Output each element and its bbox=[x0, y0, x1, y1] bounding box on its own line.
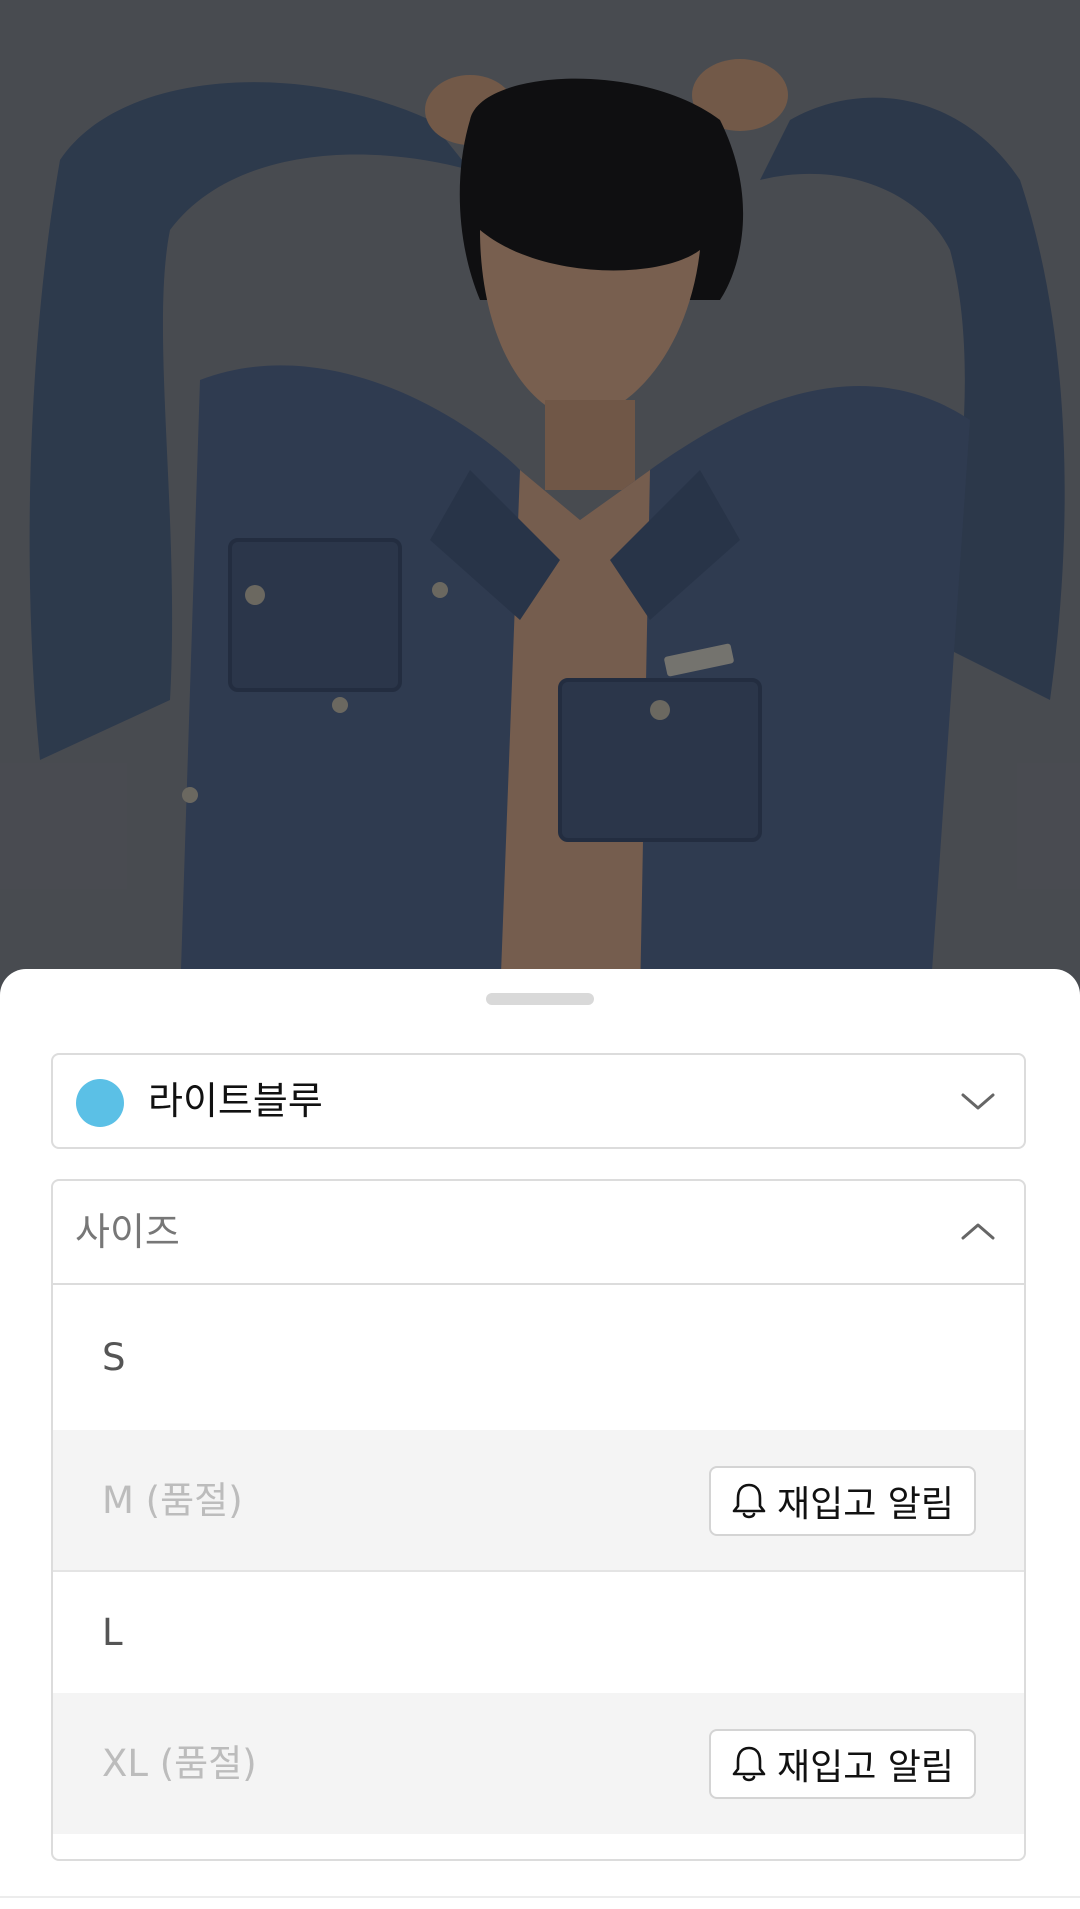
color-swatch bbox=[76, 1079, 124, 1127]
color-select-value: 라이트블루 bbox=[148, 1079, 323, 1123]
size-option-label: L bbox=[102, 1611, 123, 1654]
size-option-label: M (품절) bbox=[102, 1479, 243, 1522]
chevron-down-icon bbox=[961, 1093, 995, 1110]
size-option-l[interactable]: L bbox=[53, 1572, 1024, 1693]
sheet-grabber-handle[interactable] bbox=[486, 993, 594, 1005]
restock-alert-button[interactable]: 재입고 알림 bbox=[709, 1466, 976, 1536]
size-select-header[interactable]: 사이즈 bbox=[53, 1181, 1024, 1285]
color-select[interactable]: 라이트블루 bbox=[51, 1053, 1026, 1149]
option-bottom-sheet: 라이트블루 사이즈 S M (품절) 재입고 알림 L XL (품절) 재입고 … bbox=[0, 969, 1080, 1909]
size-option-label: XL (품절) bbox=[102, 1742, 257, 1785]
size-select: 사이즈 S M (품절) 재입고 알림 L XL (품절) 재입고 알림 bbox=[51, 1179, 1026, 1861]
dim-overlay[interactable] bbox=[0, 0, 1080, 1000]
size-option-m-soldout: M (품절) 재입고 알림 bbox=[53, 1430, 1024, 1572]
size-option-xl-soldout: XL (품절) 재입고 알림 bbox=[53, 1693, 1024, 1834]
restock-alert-label: 재입고 알림 bbox=[776, 1747, 955, 1788]
bell-icon bbox=[732, 1746, 766, 1782]
chevron-up-icon bbox=[961, 1223, 995, 1240]
restock-alert-label: 재입고 알림 bbox=[776, 1484, 955, 1525]
size-option-s[interactable]: S bbox=[53, 1285, 1024, 1430]
size-select-title: 사이즈 bbox=[75, 1210, 180, 1254]
product-image bbox=[0, 0, 1080, 1000]
restock-alert-button[interactable]: 재입고 알림 bbox=[709, 1729, 976, 1799]
size-option-label: S bbox=[102, 1336, 126, 1379]
sheet-divider bbox=[0, 1896, 1080, 1898]
bell-icon bbox=[732, 1483, 766, 1519]
